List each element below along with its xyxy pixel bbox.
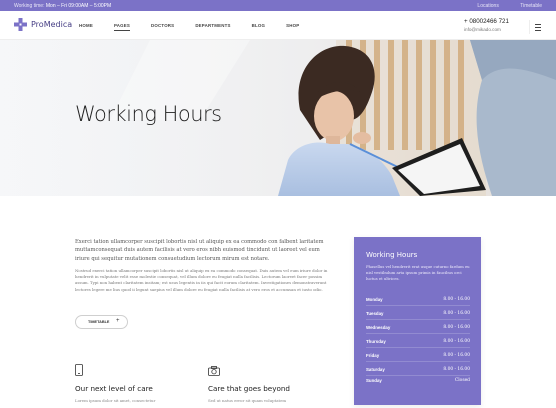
- timetable-link[interactable]: Timetable: [520, 3, 542, 9]
- feature-title: Our next level of care: [75, 384, 153, 393]
- working-hours-card: Working Hours Phasellus vel hendrerit er…: [354, 237, 481, 405]
- plus-icon: +: [116, 318, 120, 324]
- brand-name: ProMedica: [31, 20, 73, 29]
- hours-row: Wednesday 8.00 - 16.00: [366, 321, 470, 334]
- locations-link[interactable]: Locations: [477, 3, 498, 9]
- mobile-phone-icon: [75, 364, 83, 376]
- time-value: 8.00 - 16.00: [443, 367, 470, 372]
- time-value: 8.00 - 16.00: [443, 297, 470, 302]
- hours-row: Monday 8.00 - 16.00: [366, 293, 470, 306]
- hours-row: Tuesday 8.00 - 16.00: [366, 307, 470, 320]
- nav-item-home[interactable]: HOME: [79, 23, 93, 28]
- day-label: Saturday: [366, 367, 385, 372]
- card-description: Phasellus vel hendrerit erat usque cutur…: [366, 264, 470, 281]
- top-info-bar: Working time: Mon – Fri 09:00AM – 5:00PM…: [0, 0, 556, 11]
- medical-cross-logo-icon: [14, 18, 27, 31]
- working-time-value: Mon – Fri 09:00AM – 5:00PM: [45, 3, 112, 9]
- time-value: 8.00 - 16.00: [443, 353, 470, 358]
- phone-number[interactable]: + 08002466 721: [464, 18, 509, 25]
- feature-text: Lorem ipsum dolor sit amet, consectetur: [75, 398, 156, 403]
- feature-text: Sed ut natus error sit quam voluptatem: [208, 398, 287, 403]
- feature-title: Care that goes beyond: [208, 384, 290, 393]
- intro-lead-text: Exerci tation ullamcorper suscipit lobor…: [75, 239, 324, 262]
- hero-banner: Working Hours: [0, 40, 556, 196]
- card-title: Working Hours: [366, 251, 418, 259]
- nav-item-blog[interactable]: BLOG: [252, 23, 265, 28]
- nav-item-doctors[interactable]: DOCTORS: [151, 23, 174, 28]
- hours-row: Friday 8.00 - 16.00: [366, 349, 470, 362]
- email-address[interactable]: info@mikado.com: [464, 27, 509, 32]
- header-contact: + 08002466 721 info@mikado.com: [464, 18, 509, 32]
- nav-item-shop[interactable]: SHOP: [286, 23, 299, 28]
- day-label: Monday: [366, 297, 383, 302]
- day-label: Tuesday: [366, 311, 384, 316]
- nav-item-pages[interactable]: PAGES: [113, 23, 131, 31]
- logo[interactable]: ProMedica: [14, 18, 72, 31]
- day-label: Sunday: [366, 378, 382, 383]
- nav-item-departments[interactable]: DEPARTMENTS: [195, 23, 230, 28]
- time-value: Closed: [454, 378, 470, 383]
- camera-icon: [208, 366, 220, 376]
- hours-row: Thursday 8.00 - 16.00: [366, 335, 470, 348]
- timetable-button-label: TIMETABLE: [88, 320, 110, 324]
- working-time-info: Working time: Mon – Fri 09:00AM – 5:00PM: [14, 3, 111, 9]
- site-header: ProMedica HOME PAGES DOCTORS DEPARTMENTS…: [0, 11, 556, 40]
- time-value: 8.00 - 16.00: [443, 311, 470, 316]
- main-nav: HOME PAGES DOCTORS DEPARTMENTS BLOG SHOP: [79, 23, 320, 31]
- time-value: 8.00 - 16.00: [443, 339, 470, 344]
- day-label: Friday: [366, 353, 380, 358]
- working-time-label: Working time:: [14, 3, 45, 9]
- time-value: 8.00 - 16.00: [443, 325, 470, 330]
- timetable-button[interactable]: TIMETABLE +: [75, 315, 128, 329]
- day-label: Wednesday: [366, 325, 391, 330]
- intro-body-text: Nostrud exerci tation ullamcorper suscip…: [75, 268, 328, 292]
- day-label: Thursday: [366, 339, 386, 344]
- hamburger-menu-icon[interactable]: [529, 20, 543, 34]
- hours-row: Sunday Closed: [366, 374, 470, 387]
- page-title: Working Hours: [75, 102, 222, 126]
